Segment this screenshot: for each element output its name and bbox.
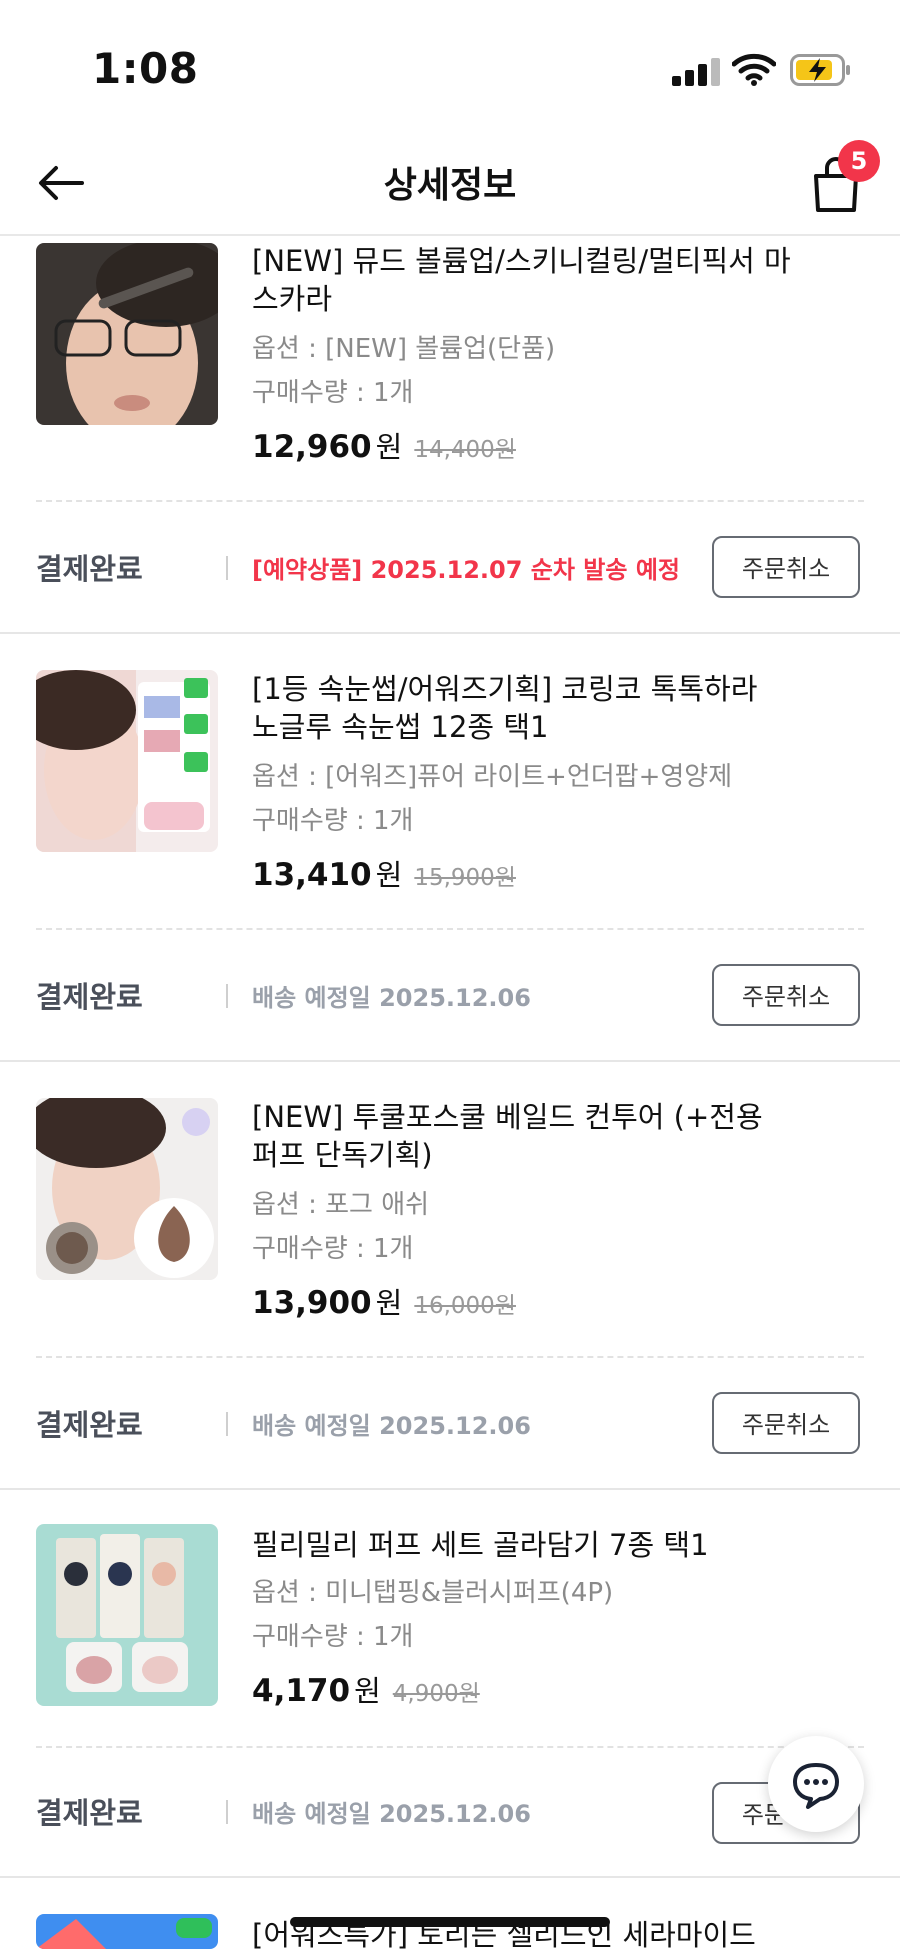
shipping-info: [예약상품] 2025.12.07 순차 발송 예정 xyxy=(252,556,680,584)
cancel-order-button[interactable]: 주문취소 xyxy=(712,536,860,598)
chat-button[interactable] xyxy=(768,1736,864,1832)
product-image[interactable] xyxy=(36,1524,218,1706)
cancel-order-button[interactable]: 주문취소 xyxy=(712,964,860,1026)
section-divider xyxy=(0,1060,900,1062)
cancel-order-button[interactable]: 주문취소 xyxy=(712,1392,860,1454)
product-image[interactable] xyxy=(36,1914,218,1949)
wifi-icon xyxy=(732,53,776,86)
product-option: 옵션 : 미니탭핑&블러시퍼프(4P) xyxy=(252,1578,614,1608)
original-price: 4,900원 xyxy=(392,1681,480,1707)
sale-price: 4,170 xyxy=(252,1673,351,1709)
price-row: 4,170 원 4,900원 xyxy=(252,1668,480,1710)
product-image[interactable] xyxy=(36,670,218,852)
battery-charging-icon xyxy=(790,54,850,86)
separator xyxy=(226,1412,228,1436)
page-title: 상세정보 xyxy=(383,165,517,206)
product-quantity: 구매수량 : 1개 xyxy=(252,806,414,836)
sale-price: 13,410 xyxy=(252,857,372,893)
payment-status: 결제완료 xyxy=(36,980,143,1014)
price-row: 13,900 원 16,000원 xyxy=(252,1280,516,1322)
signal-icon xyxy=(672,58,720,86)
separator xyxy=(226,1800,228,1824)
separator xyxy=(226,984,228,1008)
sale-price: 12,960 xyxy=(252,429,372,465)
section-divider xyxy=(0,1488,900,1490)
sale-price: 13,900 xyxy=(252,1285,372,1321)
product-quantity: 구매수량 : 1개 xyxy=(252,1622,414,1652)
original-price: 14,400원 xyxy=(414,437,516,463)
cart-count-badge: 5 xyxy=(838,140,880,182)
divider xyxy=(36,928,864,930)
divider xyxy=(36,1356,864,1358)
product-option: 옵션 : 포그 애쉬 xyxy=(252,1190,430,1220)
product-name[interactable]: [NEW] 뮤드 볼륨업/스키니컬링/멀티픽서 마스카라 xyxy=(252,242,792,318)
home-indicator xyxy=(290,1917,610,1927)
product-option: 옵션 : [어워즈]퓨어 라이트+언더팝+영양제 xyxy=(252,762,733,792)
payment-status: 결제완료 xyxy=(36,1408,143,1442)
shipping-info: 배송 예정일 2025.12.06 xyxy=(252,1412,531,1440)
separator xyxy=(226,556,228,580)
chat-bubble-icon xyxy=(793,1763,839,1809)
shipping-info: 배송 예정일 2025.12.06 xyxy=(252,984,531,1012)
payment-status: 결제완료 xyxy=(36,552,143,586)
status-bar: 1:08 xyxy=(0,0,900,130)
shipping-info: 배송 예정일 2025.12.06 xyxy=(252,1800,531,1828)
header: 상세정보 5 xyxy=(0,130,900,236)
section-divider xyxy=(0,632,900,634)
original-price: 16,000원 xyxy=(414,1293,516,1319)
won-unit: 원 xyxy=(354,1674,381,1708)
product-image[interactable] xyxy=(36,1098,218,1280)
price-row: 12,960 원 14,400원 xyxy=(252,424,516,466)
product-option: 옵션 : [NEW] 볼륨업(단품) xyxy=(252,334,556,364)
won-unit: 원 xyxy=(375,430,403,464)
price-row: 13,410 원 15,900원 xyxy=(252,852,516,894)
product-quantity: 구매수량 : 1개 xyxy=(252,378,414,408)
status-time: 1:08 xyxy=(92,44,199,93)
product-name[interactable]: [1등 속눈썹/어워즈기획] 코링코 톡톡하라 노글루 속눈썹 12종 택1 xyxy=(252,670,792,746)
divider xyxy=(36,1746,864,1748)
divider xyxy=(36,500,864,502)
original-price: 15,900원 xyxy=(414,865,516,891)
section-divider xyxy=(0,1876,900,1878)
won-unit: 원 xyxy=(375,858,403,892)
won-unit: 원 xyxy=(375,1286,403,1320)
product-quantity: 구매수량 : 1개 xyxy=(252,1234,414,1264)
product-image[interactable] xyxy=(36,243,218,425)
payment-status: 결제완료 xyxy=(36,1796,143,1830)
product-name[interactable]: 필리밀리 퍼프 세트 골라담기 7종 택1 xyxy=(252,1526,792,1564)
product-name[interactable]: [NEW] 투쿨포스쿨 베일드 컨투어 (+전용 퍼프 단독기획) xyxy=(252,1098,792,1174)
